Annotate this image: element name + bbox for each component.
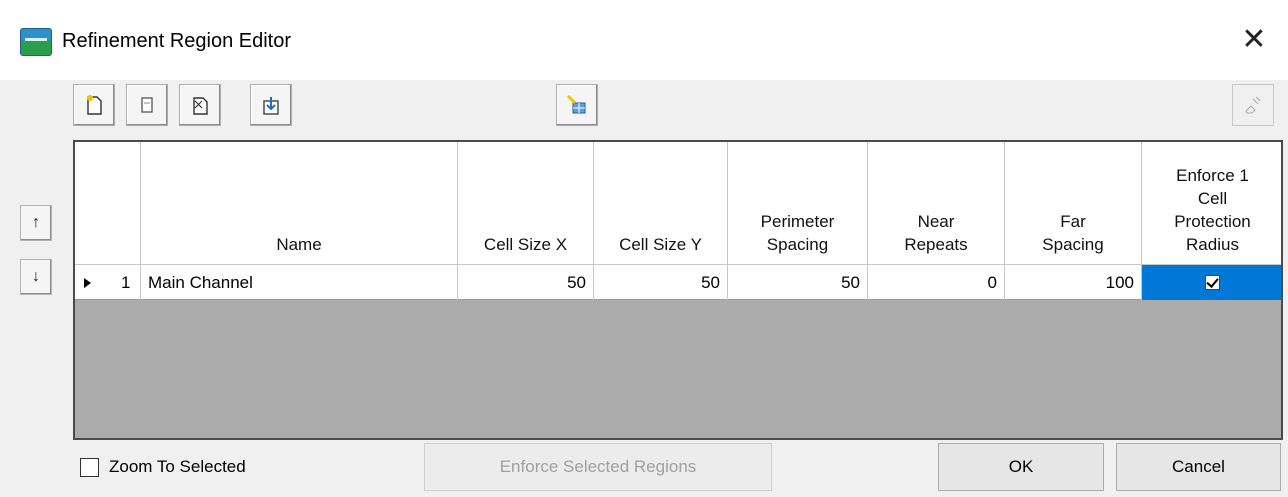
add-region-button[interactable] [73, 84, 115, 126]
cancel-button[interactable]: Cancel [1116, 443, 1281, 491]
close-icon[interactable]: ✕ [1238, 22, 1270, 58]
cell-name[interactable]: Main Channel [141, 265, 458, 300]
cell-size-y[interactable]: 50 [594, 265, 728, 300]
copy-icon [141, 97, 153, 113]
clear-button[interactable] [1232, 84, 1274, 126]
enforce-protection-checkbox[interactable] [1205, 275, 1220, 290]
row-selector[interactable]: 1 [75, 265, 141, 300]
column-header-near-repeats[interactable]: Near Repeats [868, 142, 1005, 264]
column-header-far-spacing[interactable]: Far Spacing [1005, 142, 1142, 264]
cell-size-x[interactable]: 50 [458, 265, 594, 300]
delete-icon [193, 97, 208, 115]
cell-enforce-protection[interactable] [1142, 265, 1281, 300]
edit-geometry-button[interactable] [556, 84, 598, 126]
row-pointer-icon [84, 278, 91, 288]
cell-perimeter-spacing[interactable]: 50 [728, 265, 868, 300]
ras-mapper-icon [20, 28, 52, 56]
row-index: 1 [121, 273, 131, 292]
table-row[interactable]: 1 Main Channel 50 50 50 0 100 [75, 264, 1281, 300]
import-icon [263, 97, 279, 115]
zoom-to-selected-label: Zoom To Selected [109, 457, 246, 476]
copy-region-button[interactable] [126, 84, 168, 126]
cell-near-repeats[interactable]: 0 [868, 265, 1005, 300]
window-title: Refinement Region Editor [62, 30, 292, 52]
column-header-cell-size-y[interactable]: Cell Size Y [594, 142, 728, 264]
column-header-perimeter-spacing[interactable]: Perimeter Spacing [728, 142, 868, 264]
column-header-cell-size-x[interactable]: Cell Size X [458, 142, 594, 264]
regions-table: Name Cell Size X Cell Size Y Perimeter Sp… [73, 140, 1283, 440]
eraser-icon [1245, 96, 1261, 114]
import-region-button[interactable] [250, 84, 292, 126]
delete-region-button[interactable] [179, 84, 221, 126]
ok-button[interactable]: OK [938, 443, 1104, 491]
enforce-selected-regions-button[interactable]: Enforce Selected Regions [424, 443, 772, 491]
new-document-icon [87, 95, 102, 115]
table-header: Name Cell Size X Cell Size Y Perimeter Sp… [75, 142, 1281, 264]
column-header-name[interactable]: Name [141, 142, 458, 264]
row-header-column [75, 142, 141, 264]
cell-far-spacing[interactable]: 100 [1005, 265, 1142, 300]
pencil-grid-icon [566, 94, 586, 114]
move-down-button[interactable]: ↓ [20, 259, 52, 295]
move-up-button[interactable]: ↑ [20, 205, 52, 241]
zoom-to-selected-checkbox[interactable] [80, 458, 99, 477]
column-header-enforce-protection[interactable]: Enforce 1 Cell Protection Radius [1142, 142, 1281, 264]
title-bar: Refinement Region Editor ✕ [0, 0, 1288, 80]
